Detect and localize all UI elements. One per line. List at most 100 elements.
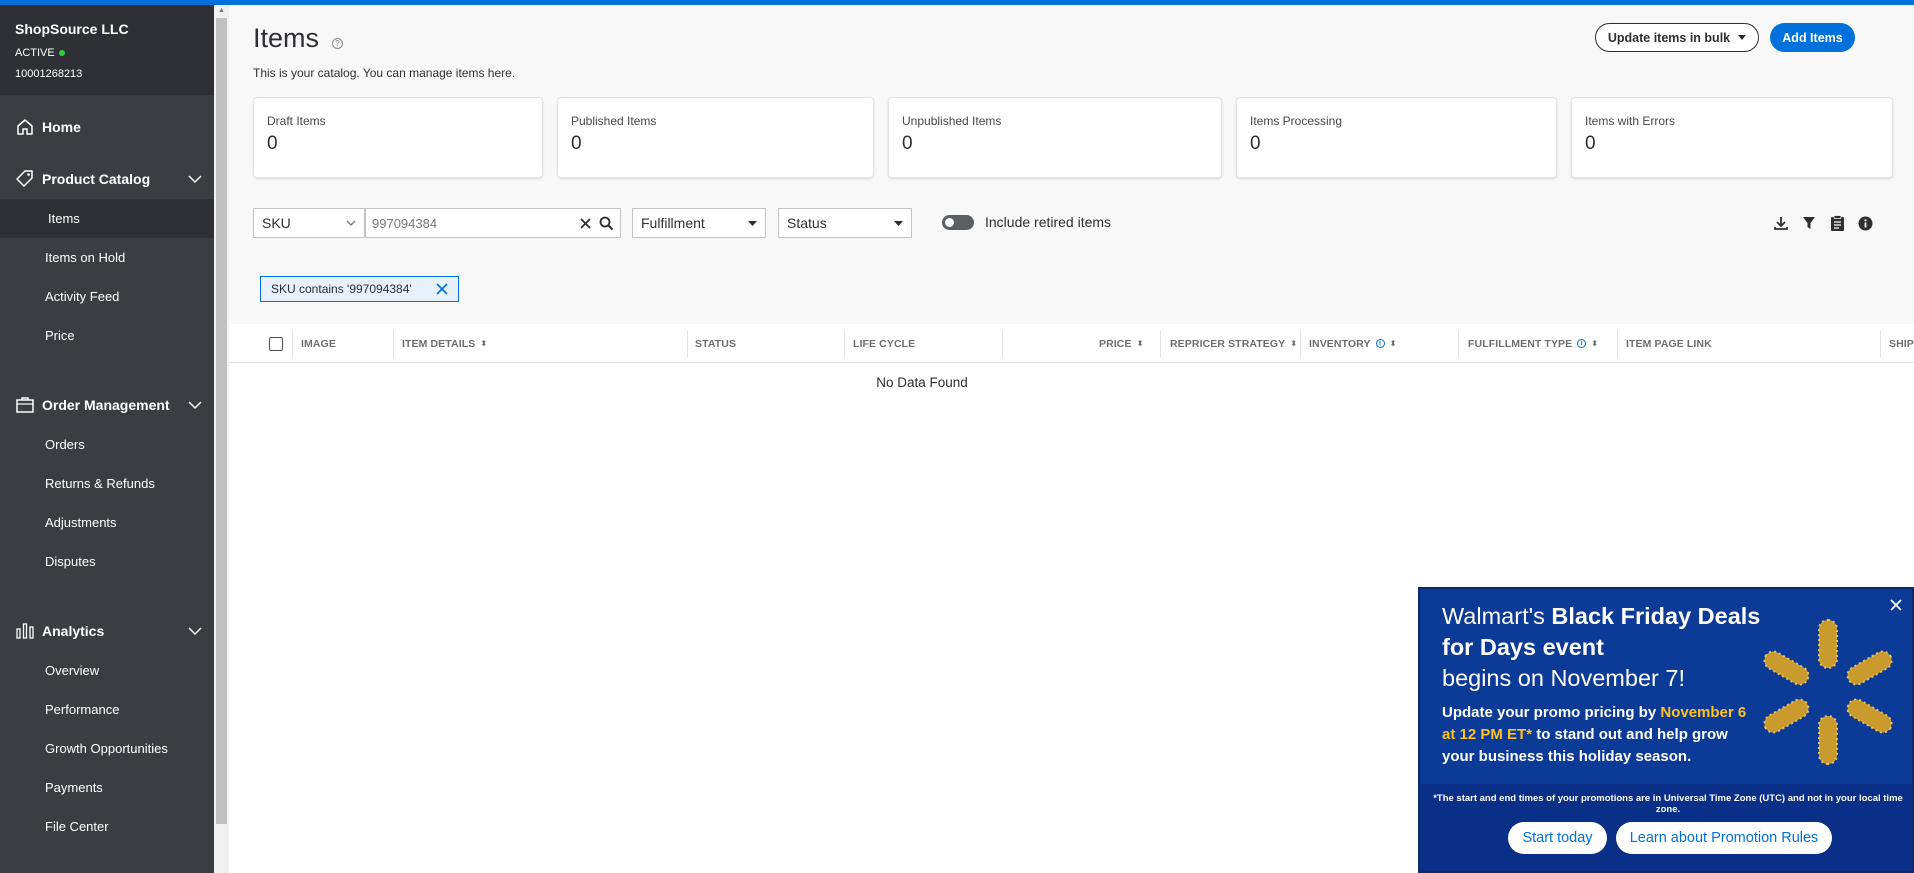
- column-header-image: IMAGE: [301, 324, 336, 363]
- walmart-spark-logo: [1763, 619, 1893, 765]
- clipboard-icon[interactable]: [1827, 213, 1847, 233]
- caret-down-icon: [1738, 35, 1747, 40]
- scroll-up-arrow-icon[interactable]: ▲: [218, 7, 225, 14]
- column-header-item-details[interactable]: ITEM DETAILS ⬍: [402, 324, 487, 363]
- sort-icon[interactable]: ⬍: [480, 339, 487, 348]
- tag-icon: [14, 168, 36, 190]
- nav-home-label: Home: [42, 119, 81, 135]
- stat-card-published[interactable]: Published Items 0: [557, 97, 874, 178]
- sidebar-item-overview[interactable]: Overview: [0, 651, 214, 690]
- page-title: Items: [253, 23, 320, 53]
- sort-icon[interactable]: ⬍: [1137, 339, 1144, 348]
- chevron-down-icon: [346, 220, 356, 226]
- active-filter-chip-label: SKU contains '997094384': [271, 282, 412, 296]
- chevron-down-icon[interactable]: [188, 623, 202, 639]
- nav-analytics[interactable]: Analytics: [0, 611, 214, 651]
- fulfillment-value: Fulfillment: [641, 215, 705, 231]
- sidebar-scrollbar-thumb[interactable]: [216, 18, 227, 824]
- column-label: IMAGE: [301, 337, 336, 350]
- info-icon[interactable]: i: [1375, 339, 1385, 348]
- sort-icon[interactable]: ⬍: [1390, 339, 1397, 348]
- column-header-fulfillment-type[interactable]: FULFILLMENT TYPE i ⬍: [1468, 324, 1598, 363]
- chevron-down-icon[interactable]: [188, 397, 202, 413]
- column-label: LIFE CYCLE: [853, 337, 916, 350]
- search-icon[interactable]: [599, 216, 614, 231]
- status-select[interactable]: Status: [778, 208, 912, 238]
- clear-search-icon[interactable]: [579, 217, 592, 230]
- add-items-button[interactable]: Add Items: [1770, 23, 1855, 52]
- start-today-button[interactable]: Start today: [1508, 822, 1607, 854]
- select-all-checkbox[interactable]: [269, 337, 283, 351]
- nav-analytics-label: Analytics: [42, 623, 105, 639]
- sidebar-item-items-on-hold[interactable]: Items on Hold: [0, 238, 214, 277]
- shopping-bag-icon: [14, 394, 36, 416]
- info-icon[interactable]: i: [1577, 339, 1587, 348]
- stat-card-errors[interactable]: Items with Errors 0: [1571, 97, 1893, 178]
- nav-order-management[interactable]: Order Management: [0, 385, 214, 425]
- column-label: FULFILLMENT TYPE: [1468, 337, 1573, 350]
- nav-home[interactable]: Home: [0, 107, 214, 147]
- nav-product-catalog-label: Product Catalog: [42, 171, 151, 187]
- nav-product-catalog[interactable]: Product Catalog: [0, 159, 214, 199]
- column-header-repricer-strategy[interactable]: REPRICER STRATEGY ⬍: [1170, 324, 1297, 363]
- sort-icon[interactable]: ⬍: [1591, 339, 1598, 348]
- stat-value: 0: [1585, 133, 1596, 154]
- sidebar-item-activity-feed[interactable]: Activity Feed: [0, 277, 214, 316]
- sidebar-item-growth-opportunities[interactable]: Growth Opportunities: [0, 729, 214, 768]
- stat-label: Unpublished Items: [902, 114, 1002, 128]
- promo-body-part: Update your promo pricing by: [1442, 704, 1661, 721]
- stat-value: 0: [267, 133, 278, 154]
- home-icon: [14, 116, 36, 138]
- stat-card-unpublished[interactable]: Unpublished Items 0: [888, 97, 1222, 178]
- sidebar-item-orders[interactable]: Orders: [0, 425, 214, 464]
- fulfillment-select[interactable]: Fulfillment: [632, 208, 766, 238]
- column-label: ITEM PAGE LINK: [1626, 337, 1712, 350]
- sku-search-input[interactable]: 997094384: [365, 208, 621, 238]
- stat-card-draft[interactable]: Draft Items 0: [253, 97, 543, 178]
- column-label: STATUS: [695, 337, 737, 350]
- column-header-price[interactable]: PRICE ⬍: [1099, 324, 1143, 363]
- stat-value: 0: [902, 133, 913, 154]
- sidebar-item-performance[interactable]: Performance: [0, 690, 214, 729]
- sidebar-item-payments[interactable]: Payments: [0, 768, 214, 807]
- caret-down-icon: [894, 221, 903, 226]
- stat-label: Published Items: [571, 114, 657, 128]
- remove-filter-icon[interactable]: [434, 281, 450, 297]
- info-icon[interactable]: [1855, 213, 1875, 233]
- sort-icon[interactable]: ⬍: [1290, 339, 1297, 348]
- sidebar-item-price[interactable]: Price: [0, 316, 214, 355]
- column-label: INVENTORY: [1309, 337, 1371, 350]
- column-header-shipping: SHIPP: [1889, 324, 1914, 363]
- org-status-label: ACTIVE: [15, 47, 55, 59]
- sidebar-item-file-center[interactable]: File Center: [0, 807, 214, 846]
- promo-headline-part: begins on November 7!: [1442, 665, 1685, 691]
- org-name: ShopSource LLC: [15, 21, 129, 37]
- learn-promotion-rules-button[interactable]: Learn about Promotion Rules: [1616, 822, 1832, 854]
- column-label: REPRICER STRATEGY: [1170, 337, 1286, 350]
- chevron-down-icon[interactable]: [188, 171, 202, 187]
- org-info: ShopSource LLC ACTIVE 10001268213: [0, 5, 214, 95]
- page-subtitle: This is your catalog. You can manage ite…: [253, 66, 516, 80]
- status-value: Status: [787, 215, 827, 231]
- include-retired-toggle[interactable]: [942, 215, 974, 230]
- stat-label: Draft Items: [267, 114, 326, 128]
- no-data-message: No Data Found: [876, 375, 968, 390]
- sidebar-item-disputes[interactable]: Disputes: [0, 542, 214, 581]
- status-dot-icon: [58, 50, 65, 56]
- stat-card-processing[interactable]: Items Processing 0: [1236, 97, 1557, 178]
- download-icon[interactable]: [1771, 213, 1791, 233]
- promo-headline: Walmart's Black Friday Deals for Days ev…: [1442, 601, 1772, 694]
- sidebar-item-items[interactable]: Items: [0, 199, 214, 238]
- sku-search-value: 997094384: [372, 215, 438, 231]
- include-retired-label: Include retired items: [985, 214, 1112, 230]
- column-header-inventory[interactable]: INVENTORY i ⬍: [1309, 324, 1396, 363]
- close-icon[interactable]: [1888, 597, 1904, 613]
- column-header-status: STATUS: [695, 324, 736, 363]
- search-type-select[interactable]: SKU: [253, 208, 365, 238]
- help-icon[interactable]: ?: [332, 38, 343, 49]
- update-items-bulk-button[interactable]: Update items in bulk: [1595, 23, 1759, 52]
- table-header: IMAGE ITEM DETAILS ⬍ STATUS LIFE CYCLE PR…: [229, 324, 1914, 363]
- sidebar-item-adjustments[interactable]: Adjustments: [0, 503, 214, 542]
- sidebar-item-returns-refunds[interactable]: Returns & Refunds: [0, 464, 214, 503]
- filter-icon[interactable]: [1799, 213, 1819, 233]
